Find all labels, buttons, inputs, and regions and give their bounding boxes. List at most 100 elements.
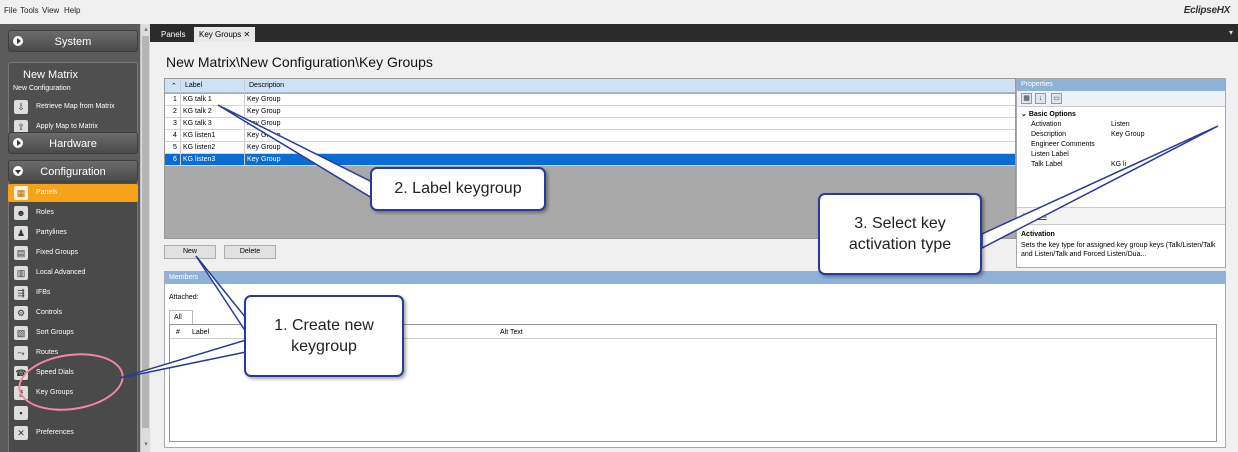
sidebar-item-fixed-groups[interactable]: ▤ Fixed Groups <box>8 244 138 262</box>
category-basic-options[interactable]: ⌄ Basic Options <box>1021 110 1076 118</box>
sort-icon[interactable]: ⌃ <box>171 82 177 90</box>
sidebar-item-preferences[interactable]: ✕ Preferences <box>8 424 138 442</box>
sidebar-item-label: Routes <box>36 349 59 356</box>
row-label[interactable]: KG listen2 <box>183 144 215 151</box>
sidebar-item-label: Partylines <box>36 229 67 236</box>
hardware-header[interactable]: Hardware <box>8 132 138 154</box>
system-header[interactable]: System <box>8 30 138 52</box>
property-engineer-comments[interactable]: Engineer Comments <box>1031 141 1221 148</box>
row-description[interactable]: Key Group <box>247 132 280 139</box>
menu-bar: File Tools View Help EclipseHX <box>0 0 1238 24</box>
column-label[interactable]: Label <box>192 329 209 336</box>
row-label[interactable]: KG talk 2 <box>183 108 212 115</box>
sidebar-scrollbar[interactable]: ▴ ▾ <box>140 24 150 452</box>
new-button[interactable]: New <box>164 245 216 259</box>
grid-header: ⌃ Label Description <box>165 79 1015 93</box>
sort-groups-icon: ▧ <box>14 326 28 340</box>
row-description[interactable]: Key Group <box>247 144 280 151</box>
pin-dropdown-icon[interactable]: ▾ <box>1229 28 1233 37</box>
menu-file[interactable]: File <box>4 6 17 15</box>
property-description[interactable]: Description Key Group <box>1031 131 1221 138</box>
matrix-title: New Matrix <box>23 69 79 81</box>
sort-alpha-icon[interactable]: ↓ <box>1035 93 1046 104</box>
property-value[interactable]: Listen <box>1111 121 1130 128</box>
column-alt-text[interactable]: Alt Text <box>500 329 523 336</box>
row-description[interactable]: Key Group <box>247 108 280 115</box>
column-label[interactable]: Label <box>185 82 202 89</box>
tab-key-groups[interactable]: Key Groups ✕ <box>194 27 256 42</box>
description-title: Activation <box>1021 231 1055 238</box>
callout-select-activation: 3. Select key activation type <box>818 193 982 275</box>
row-description[interactable]: Key Group <box>247 96 280 103</box>
tab-all[interactable]: All <box>169 310 193 324</box>
tab-bar: Panels Key Groups ✕ ▾ <box>150 24 1238 42</box>
preferences-icon: ✕ <box>14 426 28 440</box>
configuration-label: Configuration <box>40 166 106 178</box>
row-label[interactable]: KG talk 1 <box>183 96 212 103</box>
property-listen-label[interactable]: Listen Label <box>1031 151 1221 158</box>
row-label[interactable]: KG listen1 <box>183 132 215 139</box>
usages-bar: Usages <box>1017 207 1225 225</box>
scrollbar-thumb[interactable] <box>142 36 149 428</box>
property-name: Talk Label <box>1031 161 1063 168</box>
property-value[interactable]: KG li <box>1111 161 1126 168</box>
sidebar-item-label: IFBs <box>36 289 51 296</box>
column-divider <box>180 79 181 165</box>
sidebar-item-partylines[interactable]: ♟ Partylines <box>8 224 138 242</box>
row-description[interactable]: Key Group <box>247 156 280 163</box>
menu-help[interactable]: Help <box>64 6 80 15</box>
configuration-header[interactable]: Configuration <box>8 160 138 182</box>
grid-row[interactable]: 4 KG listen1 Key Group <box>165 130 1015 142</box>
property-value[interactable]: Key Group <box>1111 131 1144 138</box>
apply-map-label: Apply Map to Matrix <box>36 123 98 130</box>
column-description[interactable]: Description <box>249 82 284 89</box>
property-name: Activation <box>1031 121 1062 128</box>
delete-button[interactable]: Delete <box>224 245 276 259</box>
grid-row-selected[interactable]: 6 KG listen3 Key Group <box>165 154 1015 166</box>
row-number: 6 <box>173 156 177 163</box>
page-title: New Matrix\New Configuration\Key Groups <box>166 54 433 70</box>
members-header: Members <box>165 272 1225 284</box>
scroll-up-icon[interactable]: ▴ <box>142 25 150 33</box>
usages-link[interactable]: Usages <box>1023 213 1047 220</box>
tab-panels[interactable]: Panels <box>156 27 190 42</box>
row-label[interactable]: KG talk 3 <box>183 120 212 127</box>
sidebar-item-panels[interactable]: ▦ Panels <box>8 184 138 202</box>
categorized-icon[interactable]: ▦ <box>1021 93 1032 104</box>
grid-row[interactable]: 5 KG listen2 Key Group <box>165 142 1015 154</box>
grid-row[interactable]: 3 KG talk 3 Key Group <box>165 118 1015 130</box>
row-label[interactable]: KG listen3 <box>183 156 215 163</box>
sidebar-item-local-advanced[interactable]: ▥ Local Advanced <box>8 264 138 282</box>
menu-view[interactable]: View <box>42 6 59 15</box>
property-name: Listen Label <box>1031 151 1069 158</box>
property-pages-icon[interactable]: ▭ <box>1051 93 1062 104</box>
scroll-down-icon[interactable]: ▾ <box>142 440 150 448</box>
grid-row[interactable]: 2 KG talk 2 Key Group <box>165 106 1015 118</box>
partylines-icon: ♟ <box>14 226 28 240</box>
controls-icon: ⚙ <box>14 306 28 320</box>
sidebar-item-sort-groups[interactable]: ▧ Sort Groups <box>8 324 138 342</box>
grid-row[interactable]: 1 KG talk 1 Key Group <box>165 94 1015 106</box>
sidebar-item-ifbs[interactable]: ⇶ IFBs <box>8 284 138 302</box>
sidebar-item-controls[interactable]: ⚙ Controls <box>8 304 138 322</box>
system-label: System <box>54 36 92 48</box>
roles-icon: ☻ <box>14 206 28 220</box>
sidebar-item-label: Sort Groups <box>36 329 74 336</box>
brand-logo: EclipseHX <box>1183 5 1231 16</box>
retrieve-map-button[interactable]: ⇩ Retrieve Map from Matrix <box>8 98 138 116</box>
menu-tools[interactable]: Tools <box>20 6 39 15</box>
sidebar-item-label: Panels <box>36 189 58 196</box>
property-name: Engineer Comments <box>1031 141 1095 148</box>
callout-line: activation type <box>848 236 952 253</box>
row-description[interactable]: Key Group <box>247 120 280 127</box>
sidebar-item-roles[interactable]: ☻ Roles <box>8 204 138 222</box>
column-divider <box>244 79 245 165</box>
panels-icon: ▦ <box>14 186 28 200</box>
property-activation[interactable]: Activation Listen <box>1031 121 1221 128</box>
properties-panel: Properties ▦ ↓ ▭ ⌄ Basic Options Activat… <box>1016 78 1226 268</box>
properties-toolbar: ▦ ↓ ▭ <box>1017 91 1225 107</box>
column-number[interactable]: # <box>176 329 180 336</box>
row-number: 1 <box>173 96 177 103</box>
property-talk-label[interactable]: Talk Label KG li <box>1031 161 1221 168</box>
close-icon[interactable]: ✕ <box>243 30 250 39</box>
